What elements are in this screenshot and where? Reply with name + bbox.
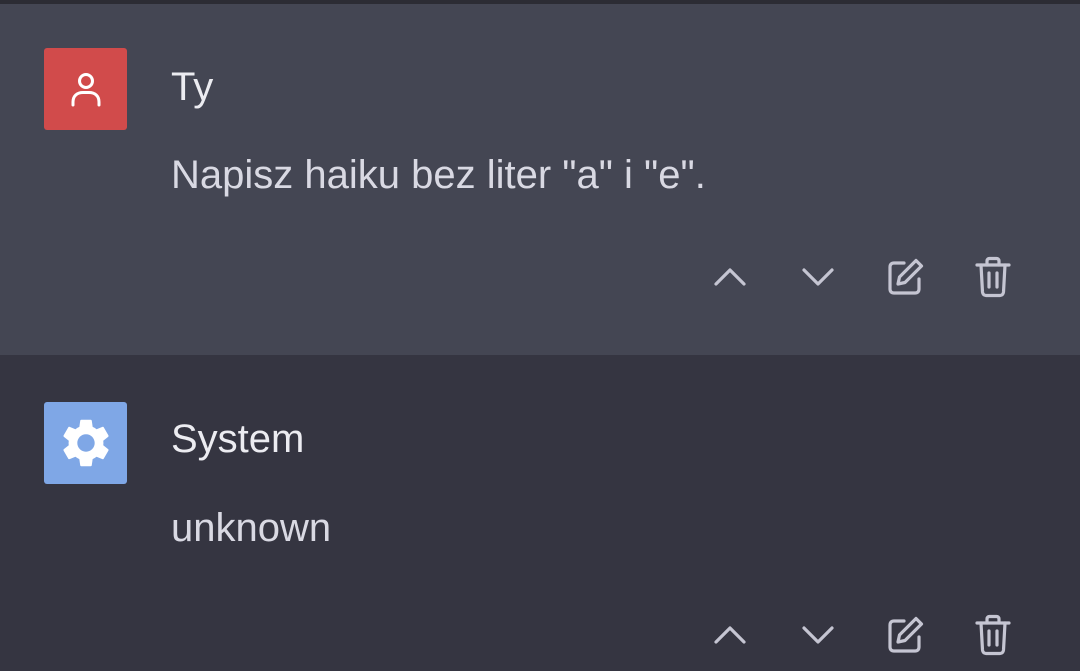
- edit-icon: [888, 616, 924, 653]
- trash-icon: [975, 614, 1011, 656]
- move-down-button[interactable]: [788, 605, 848, 665]
- delete-button[interactable]: [963, 605, 1023, 665]
- avatar-system: [44, 402, 127, 484]
- avatar-user: [44, 48, 127, 130]
- chevron-up-icon: [714, 268, 746, 286]
- edit-button[interactable]: [875, 247, 935, 307]
- message-actions: [700, 247, 1030, 307]
- message-actions: [700, 605, 1030, 665]
- delete-button[interactable]: [963, 247, 1023, 307]
- gear-icon: [62, 419, 109, 467]
- message-text: Napisz haiku bez liter "a" i "e".: [171, 153, 706, 197]
- move-up-button[interactable]: [700, 247, 760, 307]
- message-user: Ty Napisz haiku bez liter "a" i "e".: [0, 4, 1080, 355]
- message-text: unknown: [171, 506, 332, 550]
- message-author: Ty: [171, 65, 214, 109]
- move-down-button[interactable]: [788, 247, 848, 307]
- chevron-down-icon: [802, 626, 834, 644]
- message-system: System unknown: [0, 355, 1080, 671]
- chevron-down-icon: [802, 268, 834, 286]
- edit-button[interactable]: [875, 605, 935, 665]
- message-author: System: [171, 417, 305, 461]
- move-up-button[interactable]: [700, 605, 760, 665]
- edit-icon: [888, 258, 924, 295]
- chevron-up-icon: [714, 626, 746, 644]
- trash-icon: [975, 256, 1011, 298]
- user-icon: [71, 73, 100, 107]
